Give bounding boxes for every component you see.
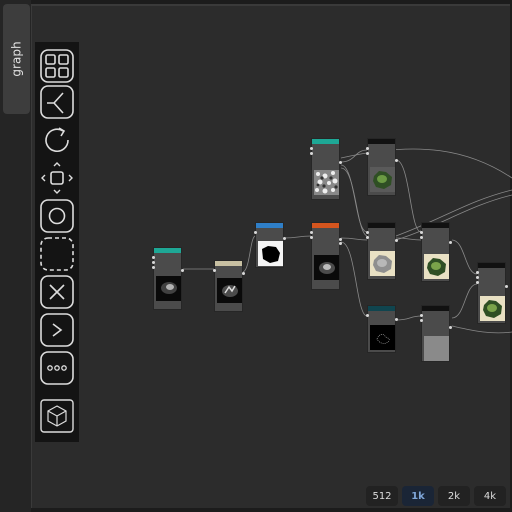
tool-delete[interactable]	[39, 274, 75, 310]
node-input-port[interactable]	[366, 147, 369, 150]
node-output-port[interactable]	[395, 159, 398, 162]
node-output-port[interactable]	[181, 269, 184, 272]
node-input-port[interactable]	[213, 269, 216, 272]
node-input-port[interactable]	[366, 314, 369, 317]
close-x-icon	[40, 275, 74, 309]
tool-forward[interactable]	[39, 312, 75, 348]
node-preview-thumbnail	[314, 170, 339, 195]
node-preview-thumbnail	[370, 167, 395, 192]
graph-node[interactable]	[152, 247, 184, 310]
tool-rotate[interactable]	[39, 122, 75, 158]
resolution-512-button[interactable]: 512	[366, 486, 398, 506]
resolution-2k-button[interactable]: 2k	[438, 486, 470, 506]
graph-node[interactable]	[254, 222, 286, 268]
node-header	[154, 248, 181, 253]
node-header	[368, 306, 395, 311]
node-preview-thumbnail	[156, 276, 181, 301]
circle-icon	[40, 199, 74, 233]
node-input-port[interactable]	[420, 236, 423, 239]
node-output-port[interactable]	[339, 161, 342, 164]
node-output-port[interactable]	[283, 237, 286, 240]
tool-circle[interactable]	[39, 198, 75, 234]
graph-node[interactable]	[366, 138, 398, 196]
node-output-port[interactable]	[242, 272, 245, 275]
left-panel: graph	[0, 0, 31, 512]
node-preview-thumbnail	[480, 296, 505, 321]
node-input-port[interactable]	[310, 231, 313, 234]
node-input-port[interactable]	[420, 231, 423, 234]
node-header	[256, 223, 283, 228]
resolution-4k-button[interactable]: 4k	[474, 486, 506, 506]
node-input-port[interactable]	[310, 147, 313, 150]
graph-node[interactable]	[476, 262, 508, 324]
grid-icon	[40, 49, 74, 83]
node-input-port[interactable]	[366, 152, 369, 155]
rotate-icon	[45, 127, 69, 152]
node-output-port[interactable]	[339, 242, 342, 245]
node-output-port[interactable]	[395, 239, 398, 242]
node-preview-thumbnail	[258, 241, 283, 266]
graph-node[interactable]	[310, 138, 342, 200]
node-preview-thumbnail	[424, 254, 449, 279]
node-header	[312, 223, 339, 228]
node-input-port[interactable]	[366, 236, 369, 239]
resolution-1k-button[interactable]: 1k	[402, 486, 434, 506]
node-input-port[interactable]	[366, 231, 369, 234]
node-header	[215, 261, 242, 266]
node-header	[422, 306, 449, 311]
graph-node[interactable]	[213, 260, 245, 312]
graph-node[interactable]	[366, 305, 398, 353]
node-preview-thumbnail	[424, 336, 449, 361]
node-header	[368, 139, 395, 144]
dashed-rect-icon	[40, 237, 74, 271]
graph-node[interactable]	[366, 222, 398, 280]
node-input-port[interactable]	[420, 314, 423, 317]
node-preview-thumbnail	[217, 278, 242, 303]
node-input-port[interactable]	[310, 236, 313, 239]
graph-node[interactable]	[420, 305, 452, 362]
node-input-port[interactable]	[152, 266, 155, 269]
cube-icon	[40, 399, 74, 433]
graph-node[interactable]	[310, 222, 342, 290]
tool-3d-view[interactable]	[39, 398, 75, 434]
node-preview-thumbnail	[314, 255, 339, 280]
node-output-port[interactable]	[339, 238, 342, 241]
node-input-port[interactable]	[420, 319, 423, 322]
move-icon	[41, 162, 73, 194]
node-input-port[interactable]	[476, 271, 479, 274]
branch-icon	[40, 85, 74, 119]
node-preview-thumbnail	[370, 251, 395, 276]
tool-more[interactable]	[39, 350, 75, 386]
node-output-port[interactable]	[395, 318, 398, 321]
node-input-port[interactable]	[152, 261, 155, 264]
node-input-port[interactable]	[476, 276, 479, 279]
node-input-port[interactable]	[254, 231, 257, 234]
tab-graph[interactable]: graph	[3, 4, 30, 114]
tool-move[interactable]	[39, 160, 75, 196]
node-output-port[interactable]	[449, 326, 452, 329]
node-header	[478, 263, 505, 268]
node-header	[312, 139, 339, 144]
tool-grid[interactable]	[39, 48, 75, 84]
node-input-port[interactable]	[310, 152, 313, 155]
tool-branch[interactable]	[39, 84, 75, 120]
tool-marquee[interactable]	[39, 236, 75, 272]
node-header	[368, 223, 395, 228]
node-preview-thumbnail	[370, 325, 395, 350]
tab-graph-label: graph	[9, 41, 24, 77]
node-input-port[interactable]	[476, 281, 479, 284]
graph-node[interactable]	[420, 222, 452, 282]
node-output-port[interactable]	[505, 285, 508, 288]
node-header	[422, 223, 449, 228]
more-dots-icon	[40, 351, 74, 385]
node-output-port[interactable]	[449, 241, 452, 244]
tool-palette	[35, 42, 79, 442]
node-input-port[interactable]	[152, 256, 155, 259]
chevron-right-icon	[40, 313, 74, 347]
